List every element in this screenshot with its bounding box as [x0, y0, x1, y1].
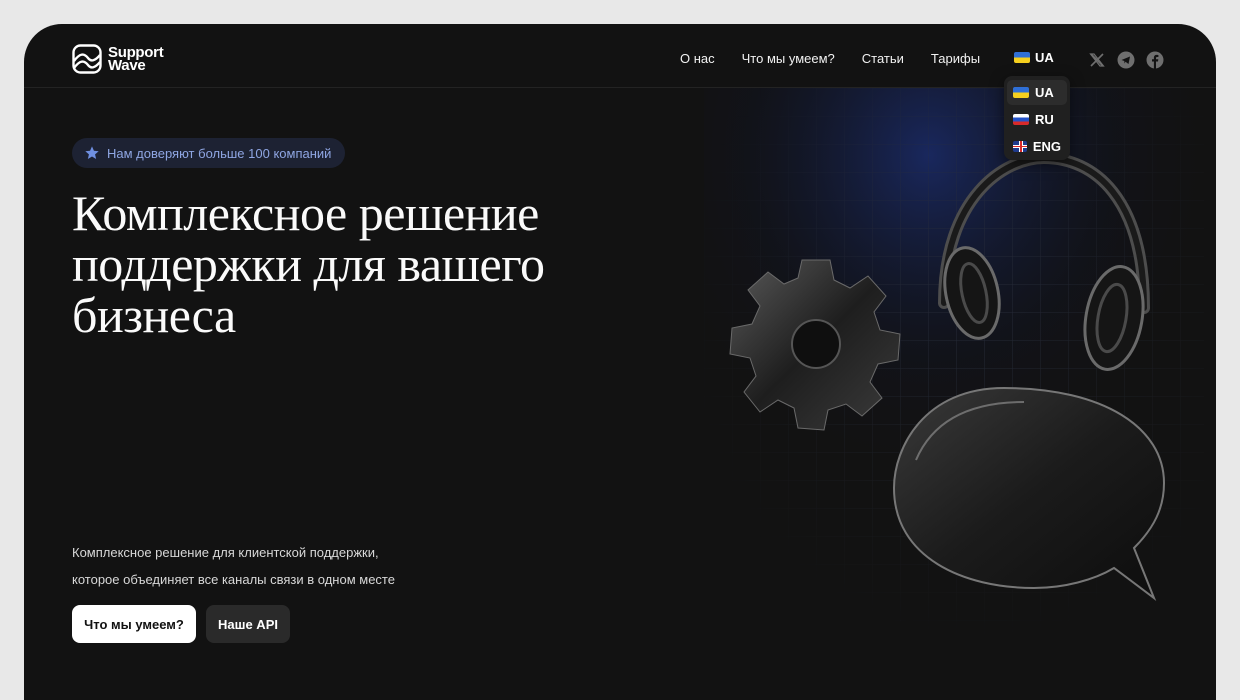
language-option-ua[interactable]: UA: [1007, 80, 1067, 105]
trust-badge: Нам доверяют больше 100 компаний: [72, 138, 346, 168]
gear-icon: [729, 259, 901, 431]
page-frame: Support Wave О нас Что мы умеем? Статьи …: [24, 24, 1216, 700]
language-option-label: ENG: [1032, 139, 1061, 154]
language-option-ru[interactable]: RU: [1007, 107, 1067, 132]
russia-flag-icon: [1013, 114, 1029, 125]
ukraine-flag-icon: [1013, 87, 1029, 98]
star-icon: [85, 146, 99, 159]
nav-item-articles[interactable]: Статьи: [862, 51, 904, 67]
main-nav: О нас Что мы умеем? Статьи Тарифы: [680, 51, 1007, 67]
api-button[interactable]: Наше API: [206, 605, 290, 643]
nav-item-about[interactable]: О нас: [680, 51, 715, 67]
facebook-icon[interactable]: [1146, 51, 1164, 69]
hero-illustration: [704, 88, 1204, 648]
trust-badge-text: Нам доверяют больше 100 компаний: [107, 145, 332, 161]
x-icon[interactable]: [1088, 51, 1106, 69]
nav-item-features[interactable]: Что мы умеем?: [742, 51, 835, 67]
hero-subtitle-line1: Комплексное решение для клиентской подде…: [72, 545, 379, 560]
language-dropdown: UA RU ENG: [1004, 76, 1070, 160]
logo-text: Support Wave: [108, 45, 164, 73]
telegram-icon[interactable]: [1117, 51, 1135, 69]
language-switcher[interactable]: UA: [1014, 50, 1054, 65]
ukraine-flag-icon: [1014, 52, 1030, 63]
language-option-eng[interactable]: ENG: [1007, 134, 1067, 159]
hero-subtitle: Комплексное решение для клиентской подде…: [72, 539, 432, 593]
language-current-label: UA: [1035, 50, 1054, 65]
uk-flag-icon: [1013, 141, 1027, 152]
social-links: [1088, 51, 1164, 69]
hero-subtitle-line2: которое объединяет все каналы связи в од…: [72, 572, 395, 587]
nav-item-pricing[interactable]: Тарифы: [931, 51, 980, 67]
logo-icon: [72, 44, 102, 74]
features-button[interactable]: Что мы умеем?: [72, 605, 196, 643]
language-option-label: UA: [1035, 85, 1054, 100]
language-option-label: RU: [1035, 112, 1054, 127]
logo[interactable]: Support Wave: [72, 44, 164, 74]
hero-title: Комплексное решение поддержки для вашего…: [72, 185, 545, 343]
